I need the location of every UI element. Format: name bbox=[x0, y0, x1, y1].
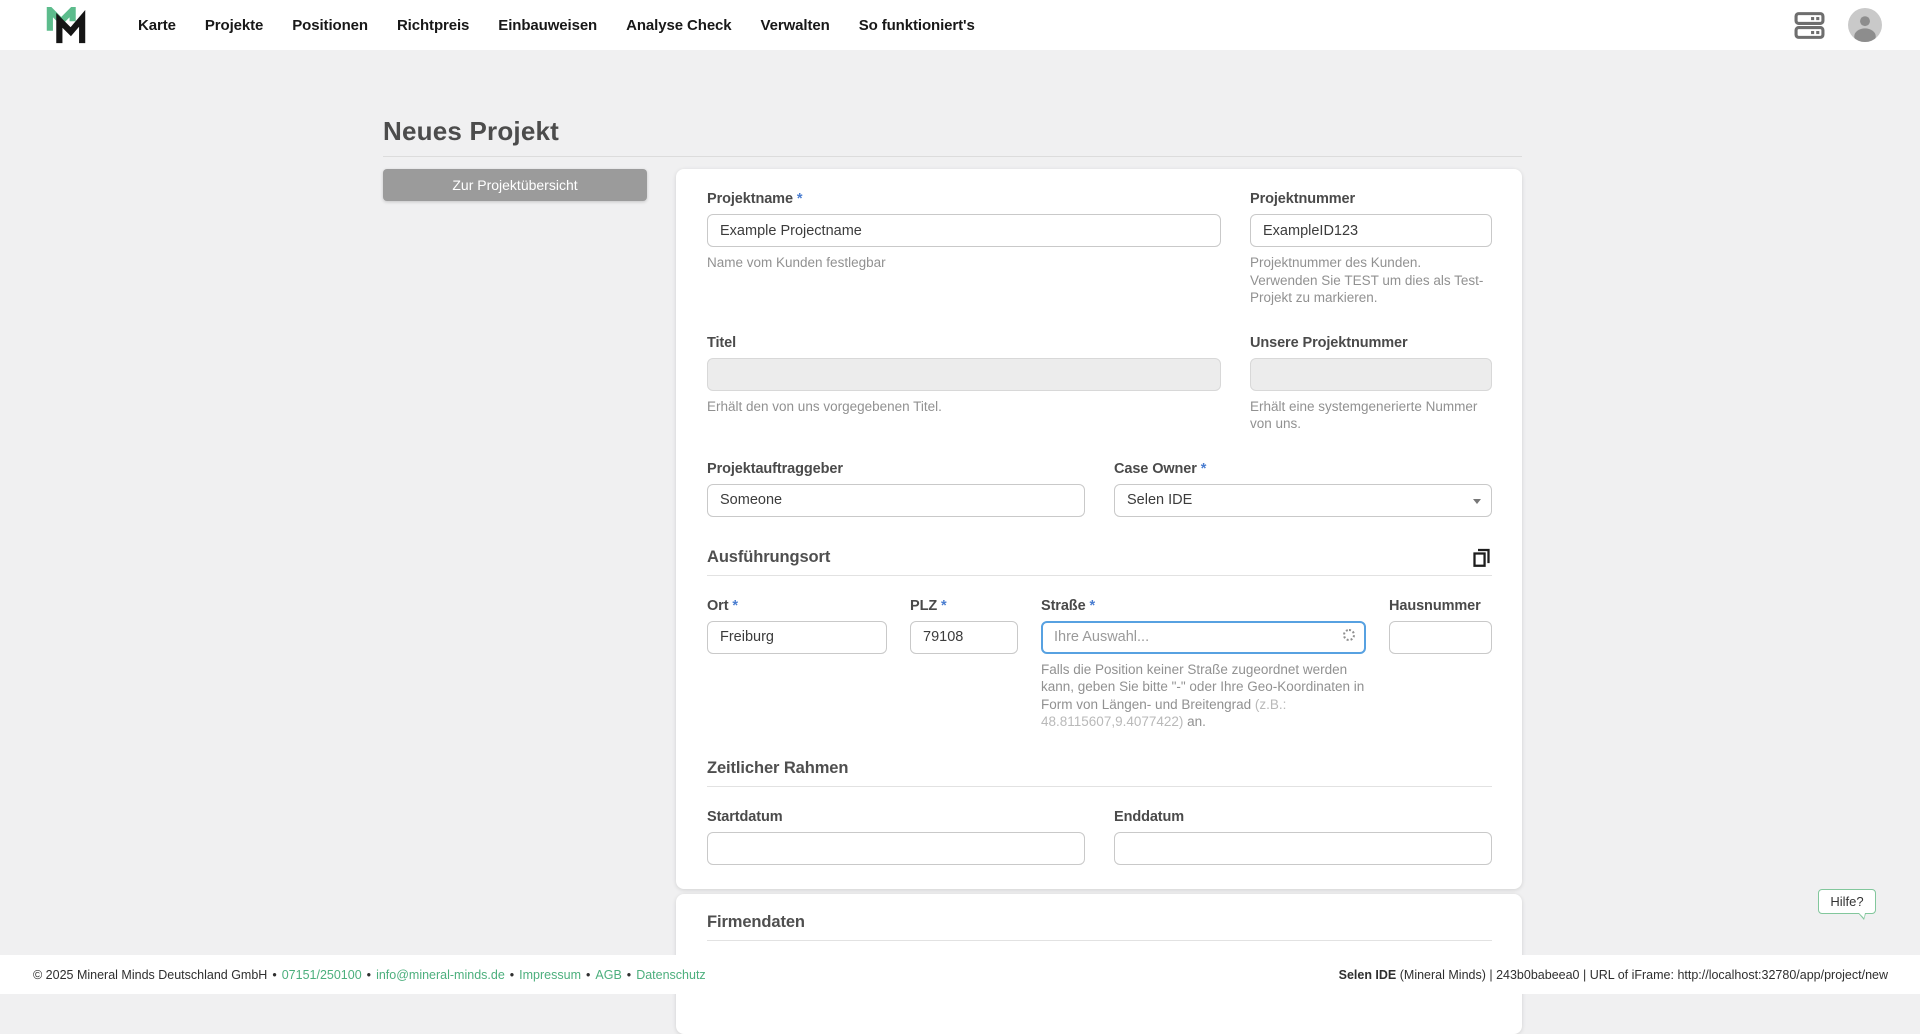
footer-link-email[interactable]: info@mineral-minds.de bbox=[376, 968, 505, 982]
footer-link-impressum[interactable]: Impressum bbox=[519, 968, 581, 982]
footer-separator: • bbox=[367, 968, 371, 982]
server-icon[interactable] bbox=[1794, 11, 1825, 40]
unsere-projektnummer-helper: Erhält eine systemgenerierte Nummer von … bbox=[1250, 398, 1492, 433]
ort-input[interactable] bbox=[707, 621, 887, 654]
projektnummer-label: Projektnummer bbox=[1250, 191, 1492, 207]
projektname-label: Projektname bbox=[707, 191, 1221, 207]
footer-separator: • bbox=[586, 968, 590, 982]
enddatum-input[interactable] bbox=[1114, 832, 1492, 865]
back-to-project-overview-button[interactable]: Zur Projektübersicht bbox=[383, 169, 647, 201]
titel-label: Titel bbox=[707, 335, 1221, 351]
footer-session-info: Selen IDE (Mineral Minds) | 243b0babeea0… bbox=[1339, 968, 1888, 982]
new-project-form-card: Projektname Name vom Kunden festlegbar P… bbox=[676, 169, 1522, 889]
copy-icon[interactable] bbox=[1471, 545, 1492, 569]
footer-session-detail: (Mineral Minds) | 243b0babeea0 | URL of … bbox=[1396, 968, 1888, 982]
case-owner-label: Case Owner bbox=[1114, 461, 1492, 477]
ort-label: Ort bbox=[707, 598, 887, 614]
enddatum-label: Enddatum bbox=[1114, 809, 1492, 825]
projektname-helper: Name vom Kunden festlegbar bbox=[707, 254, 1221, 272]
plz-label: PLZ bbox=[910, 598, 1018, 614]
projektnummer-helper: Projektnummer des Kunden. Verwenden Sie … bbox=[1250, 254, 1492, 307]
help-button-label: Hilfe? bbox=[1830, 894, 1863, 909]
field-enddatum: Enddatum bbox=[1114, 809, 1492, 865]
hausnummer-input[interactable] bbox=[1389, 621, 1492, 654]
nav-item-positionen[interactable]: Positionen bbox=[292, 17, 368, 34]
footer: © 2025 Mineral Minds Deutschland GmbH • … bbox=[0, 955, 1920, 994]
strasse-label: Straße bbox=[1041, 598, 1366, 614]
field-titel: Titel Erhält den von uns vorgegebenen Ti… bbox=[707, 335, 1221, 433]
nav-item-projekte[interactable]: Projekte bbox=[205, 17, 263, 34]
nav-item-verwalten[interactable]: Verwalten bbox=[761, 17, 830, 34]
plz-input[interactable] bbox=[910, 621, 1018, 654]
footer-separator: • bbox=[510, 968, 514, 982]
unsere-projektnummer-input bbox=[1250, 358, 1492, 391]
field-unsere-projektnummer: Unsere Projektnummer Erhält eine systemg… bbox=[1250, 335, 1492, 433]
footer-user-name: Selen IDE bbox=[1339, 968, 1397, 982]
startdatum-input[interactable] bbox=[707, 832, 1085, 865]
footer-copyright: © 2025 Mineral Minds Deutschland GmbH bbox=[33, 968, 267, 982]
title-divider bbox=[383, 156, 1522, 157]
help-button[interactable]: Hilfe? bbox=[1818, 889, 1876, 914]
footer-link-agb[interactable]: AGB bbox=[595, 968, 621, 982]
titel-input bbox=[707, 358, 1221, 391]
section-firmendaten: Firmendaten bbox=[707, 913, 805, 932]
projektname-input[interactable] bbox=[707, 214, 1221, 247]
field-hausnummer: Hausnummer bbox=[1389, 598, 1492, 731]
field-ort: Ort bbox=[707, 598, 887, 731]
mineral-minds-logo[interactable] bbox=[46, 7, 86, 45]
nav-item-richtpreis[interactable]: Richtpreis bbox=[397, 17, 469, 34]
section-ausfuehrungsort: Ausführungsort bbox=[707, 548, 830, 567]
field-plz: PLZ bbox=[910, 598, 1018, 731]
titel-helper: Erhält den von uns vorgegebenen Titel. bbox=[707, 398, 1221, 416]
field-projektnummer: Projektnummer Projektnummer des Kunden. … bbox=[1250, 191, 1492, 307]
hausnummer-label: Hausnummer bbox=[1389, 598, 1492, 614]
footer-separator: • bbox=[272, 968, 276, 982]
section-divider bbox=[707, 575, 1492, 576]
unsere-projektnummer-label: Unsere Projektnummer bbox=[1250, 335, 1492, 351]
nav-item-karte[interactable]: Karte bbox=[138, 17, 176, 34]
footer-link-datenschutz[interactable]: Datenschutz bbox=[636, 968, 705, 982]
section-zeitlicher-rahmen: Zeitlicher Rahmen bbox=[707, 759, 848, 778]
field-projektname: Projektname Name vom Kunden festlegbar bbox=[707, 191, 1221, 307]
section-divider bbox=[707, 786, 1492, 787]
case-owner-select[interactable]: Selen IDE bbox=[1114, 484, 1492, 517]
projektauftraggeber-input[interactable] bbox=[707, 484, 1085, 517]
strasse-helper: Falls die Position keiner Straße zugeord… bbox=[1041, 661, 1366, 731]
footer-link-phone[interactable]: 07151/250100 bbox=[282, 968, 362, 982]
chevron-down-icon bbox=[1473, 499, 1481, 504]
projektauftraggeber-label: Projektauftraggeber bbox=[707, 461, 1085, 477]
footer-separator: • bbox=[627, 968, 631, 982]
main-nav: Karte Projekte Positionen Richtpreis Ein… bbox=[138, 0, 975, 50]
projektnummer-input[interactable] bbox=[1250, 214, 1492, 247]
nav-item-analyse-check[interactable]: Analyse Check bbox=[626, 17, 731, 34]
strasse-input[interactable] bbox=[1041, 621, 1366, 654]
section-divider bbox=[707, 940, 1492, 941]
nav-item-so-funktionierts[interactable]: So funktioniert's bbox=[859, 17, 975, 34]
startdatum-label: Startdatum bbox=[707, 809, 1085, 825]
field-case-owner: Case Owner Selen IDE bbox=[1114, 461, 1492, 517]
page-title: Neues Projekt bbox=[383, 116, 559, 147]
field-startdatum: Startdatum bbox=[707, 809, 1085, 865]
field-strasse: Straße Falls die Position keiner Straße … bbox=[1041, 598, 1366, 731]
top-nav-bar: Karte Projekte Positionen Richtpreis Ein… bbox=[0, 0, 1920, 50]
case-owner-selected-value: Selen IDE bbox=[1127, 492, 1192, 508]
user-avatar[interactable] bbox=[1848, 8, 1882, 42]
field-projektauftraggeber: Projektauftraggeber bbox=[707, 461, 1085, 517]
nav-item-einbauweisen[interactable]: Einbauweisen bbox=[498, 17, 597, 34]
